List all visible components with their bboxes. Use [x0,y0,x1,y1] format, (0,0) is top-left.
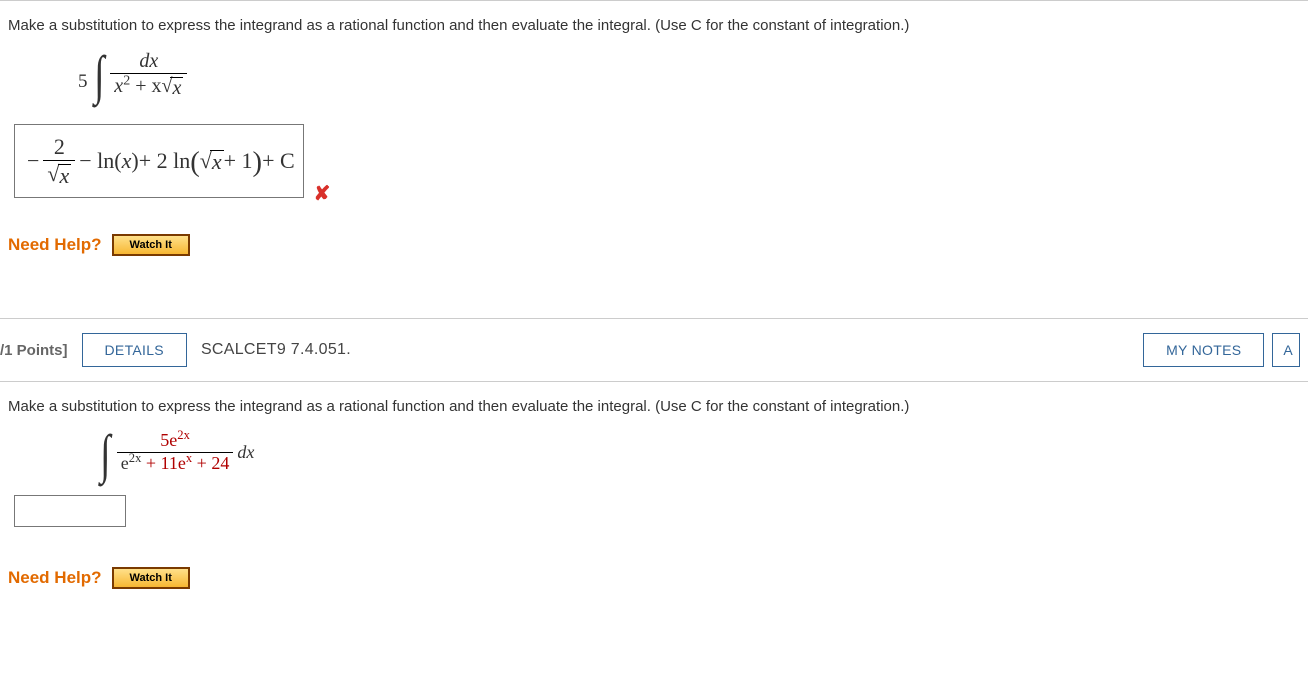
need-help-label: Need Help? [8,235,102,255]
integral-icon: ∫ [100,433,110,476]
integrand-fraction: 5e2x e2x + 11ex + 24 [117,431,234,474]
textbook-reference: SCALCET9 7.4.051. [201,341,351,359]
need-help: Need Help? Watch It [8,234,1300,256]
question-prompt: Make a substitution to express the integ… [8,17,1300,34]
my-notes-button[interactable]: MY NOTES [1143,333,1264,367]
need-help-label: Need Help? [8,568,102,588]
integral-icon: ∫ [94,54,104,97]
watch-it-button[interactable]: Watch It [112,234,190,256]
answer-input[interactable] [14,495,126,527]
wrong-icon: ✘ [314,181,331,206]
need-help: Need Help? Watch It [8,567,1300,589]
integral-expression: 5 ∫ dx x2 + xx [78,50,1300,98]
question-1: Make a substitution to express the integ… [0,0,1308,268]
question-2: Make a substitution to express the integ… [0,382,1308,601]
integrand-fraction: dx x2 + xx [110,50,187,98]
details-button[interactable]: DETAILS [82,333,187,367]
watch-it-button[interactable]: Watch It [112,567,190,589]
ask-button[interactable]: A [1272,333,1300,367]
coef: 5 [78,71,88,93]
integral-expression: ∫ 5e2x e2x + 11ex + 24 dx [98,431,1300,475]
frac-2-over-sqrtx: 2 x [43,135,75,187]
question-header-bar: /1 Points] DETAILS SCALCET9 7.4.051. MY … [0,318,1308,382]
points-label: /1 Points] [0,342,68,359]
question-prompt: Make a substitution to express the integ… [8,398,1300,415]
answer-row: − 2 x − ln (x) + 2 ln ( x + 1 ) + C ✘ [8,118,1300,206]
answer-box[interactable]: − 2 x − ln (x) + 2 ln ( x + 1 ) + C [14,124,304,198]
